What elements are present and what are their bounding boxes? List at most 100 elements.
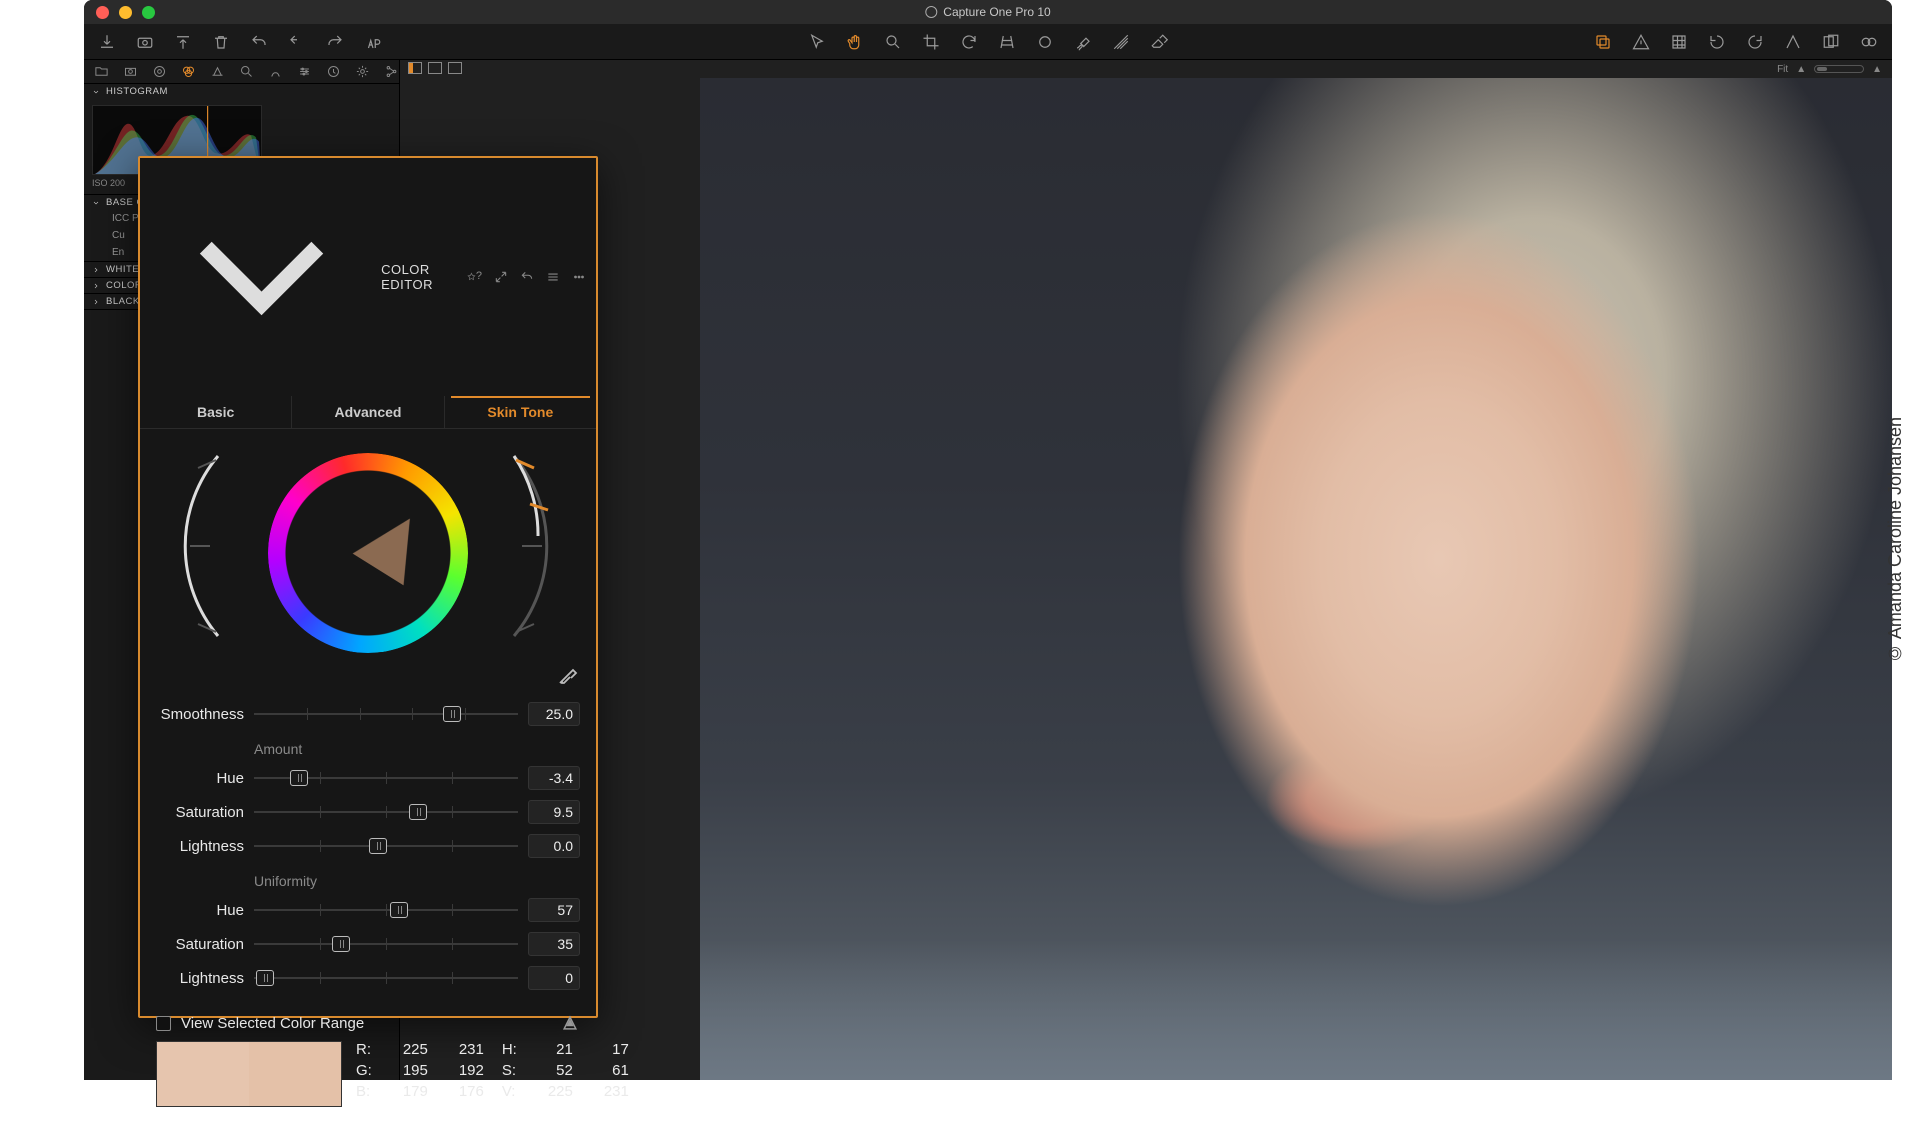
trash-icon[interactable] <box>212 33 230 51</box>
grid-icon[interactable] <box>1670 33 1688 51</box>
amount-lightness-slider[interactable] <box>254 837 518 855</box>
panel-title: COLOR EDITOR <box>381 262 459 292</box>
capture-icon[interactable] <box>136 33 154 51</box>
erase-icon[interactable] <box>1150 33 1168 51</box>
gradient-icon[interactable] <box>1112 33 1130 51</box>
smoothness-label: Smoothness <box>156 706 244 723</box>
amount-saturation-value[interactable]: 9.5 <box>528 800 580 824</box>
smoothness-slider[interactable] <box>254 705 518 723</box>
uniformity-hue-label: Hue <box>156 902 244 919</box>
minimize-window-button[interactable] <box>119 6 132 19</box>
uniformity-hue-value[interactable]: 57 <box>528 898 580 922</box>
smoothness-value[interactable]: 25.0 <box>528 702 580 726</box>
color-editor-panel: COLOR EDITOR ? Basic Advanced Skin Tone <box>138 156 598 1018</box>
library-tab-icon[interactable] <box>94 64 109 79</box>
brush-icon[interactable] <box>1074 33 1092 51</box>
expand-icon[interactable] <box>494 270 508 284</box>
user2-icon[interactable]: ▲ <box>1872 64 1882 75</box>
process-icon[interactable] <box>1784 33 1802 51</box>
preset-icon[interactable] <box>546 270 560 284</box>
amount-hue-label: Hue <box>156 770 244 787</box>
local-tab-icon[interactable] <box>268 64 283 79</box>
amount-group-label: Amount <box>156 731 580 761</box>
import-icon[interactable] <box>98 33 116 51</box>
tab-advanced[interactable]: Advanced <box>292 396 444 428</box>
copy-adjustments-icon[interactable] <box>1594 33 1612 51</box>
pin-icon[interactable] <box>467 271 476 283</box>
single-layout-icon[interactable] <box>448 62 462 74</box>
saturation-arc[interactable] <box>158 416 232 676</box>
close-window-button[interactable] <box>96 6 109 19</box>
invert-selection-icon[interactable] <box>560 1013 580 1033</box>
uniformity-lightness-label: Lightness <box>156 970 244 987</box>
rotate-cw-icon[interactable] <box>1746 33 1764 51</box>
swatch-1 <box>157 1042 249 1106</box>
capture-tab-icon[interactable] <box>123 64 138 79</box>
amount-lightness-label: Lightness <box>156 838 244 855</box>
color-readout: R:G:B: 225195179 231192176 H:S:V: 215222… <box>342 1041 629 1107</box>
fit-label: Fit <box>1777 64 1788 75</box>
top-toolbar <box>84 24 1892 60</box>
details-tab-icon[interactable] <box>239 64 254 79</box>
zoom-icon[interactable] <box>884 33 902 51</box>
reset-icon[interactable] <box>288 33 306 51</box>
chevron-right-icon <box>92 266 100 274</box>
uniformity-saturation-label: Saturation <box>156 936 244 953</box>
sample-swatches <box>156 1041 342 1107</box>
uniformity-lightness-slider[interactable] <box>254 969 518 987</box>
before-after-icon[interactable] <box>1860 33 1878 51</box>
more-icon[interactable] <box>572 270 586 284</box>
lens-tab-icon[interactable] <box>152 64 167 79</box>
uniformity-saturation-value[interactable]: 35 <box>528 932 580 956</box>
redo-icon[interactable] <box>326 33 344 51</box>
image-viewer[interactable]: Fit ▲ ▲ <box>400 60 1892 1080</box>
undo-icon[interactable] <box>250 33 268 51</box>
cursor-icon[interactable] <box>808 33 826 51</box>
viewer-layout-icon[interactable] <box>428 62 442 74</box>
chevron-down-icon <box>92 199 100 207</box>
annotate-icon[interactable] <box>364 33 382 51</box>
crop-icon[interactable] <box>922 33 940 51</box>
uniformity-lightness-value[interactable]: 0 <box>528 966 580 990</box>
uniformity-saturation-slider[interactable] <box>254 935 518 953</box>
color-tab-icon[interactable] <box>181 64 196 79</box>
zoom-slider[interactable] <box>1814 65 1864 73</box>
reset-panel-icon[interactable] <box>520 270 534 284</box>
browser-layout-icon[interactable] <box>408 62 422 74</box>
metadata-tab-icon[interactable] <box>326 64 341 79</box>
view-selected-range-checkbox[interactable] <box>156 1016 171 1031</box>
chevron-right-icon <box>92 298 100 306</box>
lightness-arc[interactable] <box>500 416 574 676</box>
chevron-down-icon <box>92 88 100 96</box>
amount-lightness-value[interactable]: 0.0 <box>528 834 580 858</box>
amount-saturation-label: Saturation <box>156 804 244 821</box>
output-tab-icon[interactable] <box>384 64 399 79</box>
photo-preview <box>700 78 1892 1080</box>
help-icon[interactable]: ? <box>476 270 482 284</box>
warning-icon[interactable] <box>1632 33 1650 51</box>
uniformity-group-label: Uniformity <box>156 863 580 893</box>
app-logo-icon <box>925 6 937 18</box>
zoom-window-button[interactable] <box>142 6 155 19</box>
uniformity-hue-slider[interactable] <box>254 901 518 919</box>
amount-saturation-slider[interactable] <box>254 803 518 821</box>
rotate-icon[interactable] <box>960 33 978 51</box>
chevron-down-icon[interactable] <box>150 164 373 390</box>
exposure-tab-icon[interactable] <box>210 64 225 79</box>
adjustments-tab-icon[interactable] <box>297 64 312 79</box>
tool-tabs: ? <box>84 60 399 84</box>
variant-icon[interactable] <box>1822 33 1840 51</box>
hand-icon[interactable] <box>846 33 864 51</box>
amount-hue-slider[interactable] <box>254 769 518 787</box>
user-icon[interactable]: ▲ <box>1796 64 1806 75</box>
amount-hue-value[interactable]: -3.4 <box>528 766 580 790</box>
histogram-header[interactable]: HISTOGRAM <box>84 84 399 99</box>
settings-tab-icon[interactable] <box>355 64 370 79</box>
keystone-icon[interactable] <box>998 33 1016 51</box>
hue-wheel[interactable] <box>140 429 596 663</box>
export-icon[interactable] <box>174 33 192 51</box>
mac-titlebar: Capture One Pro 10 <box>84 0 1892 24</box>
view-selected-range-label: View Selected Color Range <box>181 1015 364 1032</box>
rotate-ccw-icon[interactable] <box>1708 33 1726 51</box>
spot-icon[interactable] <box>1036 33 1054 51</box>
